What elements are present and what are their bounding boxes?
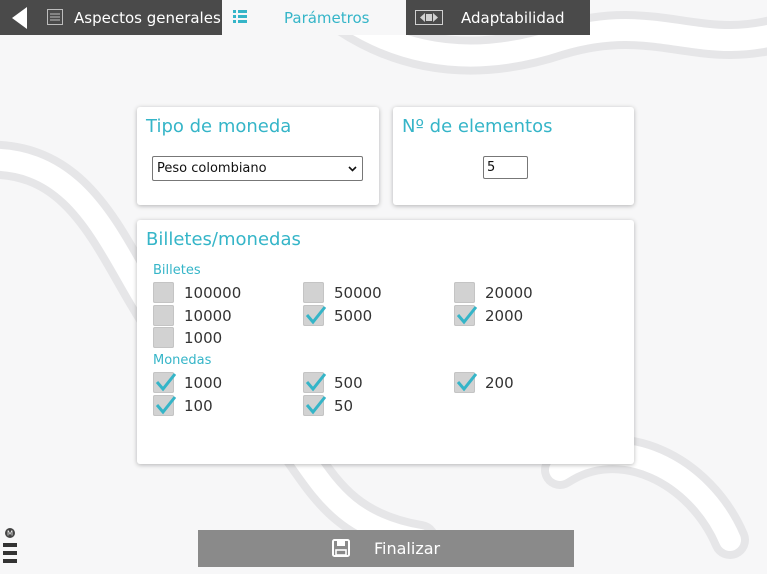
tab-adaptabilidad[interactable]: Adaptabilidad xyxy=(406,0,590,35)
adapt-icon xyxy=(415,10,443,25)
checkmark-icon xyxy=(155,396,176,415)
svg-text:M: M xyxy=(7,530,13,538)
checkbox-label: 10000 xyxy=(184,307,232,325)
tab-label: Parámetros xyxy=(284,8,370,27)
element-count-input[interactable]: 5 xyxy=(483,156,528,179)
back-arrow-icon xyxy=(12,7,27,29)
tab-label: Adaptabilidad xyxy=(461,8,565,27)
coin-checkbox-500[interactable]: 500 xyxy=(303,372,363,394)
top-nav-bar: Aspectos generales Parámetros Adaptabili… xyxy=(0,0,590,35)
bills-coins-card: Billetes/monedas Billetes 100000 50000 2… xyxy=(137,220,634,464)
bills-group-label: Billetes xyxy=(153,263,201,278)
menu-icon[interactable]: M xyxy=(2,527,20,571)
checkbox-label: 200 xyxy=(485,374,514,392)
checkbox-label: 20000 xyxy=(485,284,533,302)
currency-select[interactable]: Peso colombiano xyxy=(152,156,363,181)
bills-coins-title: Billetes/monedas xyxy=(146,229,301,250)
coin-checkbox-1000[interactable]: 1000 xyxy=(153,372,222,394)
coin-checkbox-50[interactable]: 50 xyxy=(303,395,353,417)
bill-checkbox-20000[interactable]: 20000 xyxy=(454,282,533,304)
bill-checkbox-1000[interactable]: 1000 xyxy=(153,327,222,349)
checkbox-label: 5000 xyxy=(334,307,373,325)
tab-aspectos-generales[interactable]: Aspectos generales xyxy=(36,0,222,35)
checkbox-box xyxy=(454,282,475,303)
checkbox-label: 100 xyxy=(184,397,213,415)
list-icon xyxy=(233,10,247,23)
checkmark-icon xyxy=(305,373,326,392)
back-button[interactable] xyxy=(0,0,36,35)
finalize-label: Finalizar xyxy=(374,539,441,558)
checkbox-box xyxy=(153,327,174,348)
checkbox-label: 1000 xyxy=(184,329,223,347)
checkbox-box xyxy=(153,282,174,303)
currency-type-title: Tipo de moneda xyxy=(146,116,292,137)
coin-checkbox-200[interactable]: 200 xyxy=(454,372,514,394)
checkmark-icon xyxy=(456,373,477,392)
finalize-button[interactable]: Finalizar xyxy=(198,530,574,567)
checkbox-label: 100000 xyxy=(184,284,242,302)
currency-select-value: Peso colombiano xyxy=(157,161,267,176)
checkbox-label: 500 xyxy=(334,374,363,392)
element-count-title: Nº de elementos xyxy=(402,116,553,137)
bill-checkbox-100000[interactable]: 100000 xyxy=(153,282,241,304)
tab-parametros[interactable]: Parámetros xyxy=(222,0,406,35)
checkbox-label: 50000 xyxy=(334,284,382,302)
checkmark-icon xyxy=(155,373,176,392)
checkmark-icon xyxy=(305,306,326,325)
coins-group-label: Monedas xyxy=(153,353,212,368)
bill-checkbox-2000[interactable]: 2000 xyxy=(454,305,523,327)
checkbox-box xyxy=(303,282,324,303)
currency-type-card: Tipo de moneda Peso colombiano xyxy=(137,107,379,205)
checkbox-label: 2000 xyxy=(485,307,524,325)
checkmark-icon xyxy=(456,306,477,325)
bill-checkbox-50000[interactable]: 50000 xyxy=(303,282,382,304)
checkmark-icon xyxy=(305,396,326,415)
save-icon xyxy=(332,539,350,557)
tab-label: Aspectos generales xyxy=(74,8,221,27)
checkbox-box xyxy=(153,305,174,326)
bill-checkbox-10000[interactable]: 10000 xyxy=(153,305,232,327)
checkbox-label: 50 xyxy=(334,397,354,415)
checkbox-label: 1000 xyxy=(184,374,223,392)
coin-checkbox-100[interactable]: 100 xyxy=(153,395,213,417)
element-count-card: Nº de elementos 5 xyxy=(393,107,634,205)
bill-checkbox-5000[interactable]: 5000 xyxy=(303,305,372,327)
list-icon xyxy=(47,9,63,25)
chevron-down-icon xyxy=(348,166,357,172)
